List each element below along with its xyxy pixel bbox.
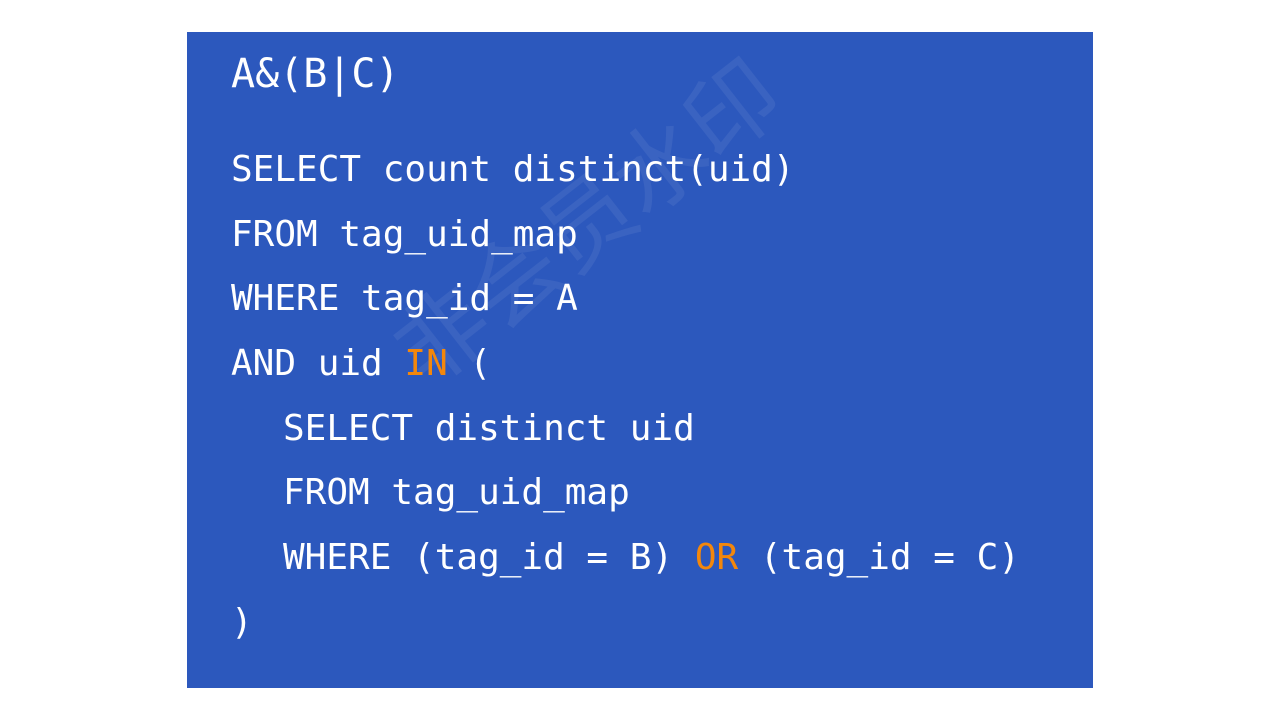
code-line-and-in: AND uid IN ( [231,332,1020,397]
code-text: WHERE (tag_id = B) [283,537,695,579]
code-line-subquery-from: FROM tag_uid_map [283,472,630,514]
code-text: ( [447,343,492,385]
highlighted-keyword-in: IN [404,343,448,385]
code-line-where: WHERE tag_id = A [231,278,578,320]
highlighted-keyword-or: OR [694,537,739,579]
code-text: AND uid [231,343,405,385]
sql-code-block: SELECT count distinct(uid) FROM tag_uid_… [231,138,1020,656]
code-line-select: SELECT count distinct(uid) [231,149,795,190]
code-line-close-paren: ) [231,601,253,643]
code-line-from: FROM tag_uid_map [231,213,578,255]
code-line-subquery-select: SELECT distinct uid [283,407,695,449]
code-text: (tag_id = C) [738,537,1020,579]
code-line-subquery-where: WHERE (tag_id = B) OR (tag_id = C) [231,526,1020,591]
slide: 非会员水印 A&(B|C) SELECT count distinct(uid)… [187,32,1093,688]
slide-title: A&(B|C) [231,51,400,97]
